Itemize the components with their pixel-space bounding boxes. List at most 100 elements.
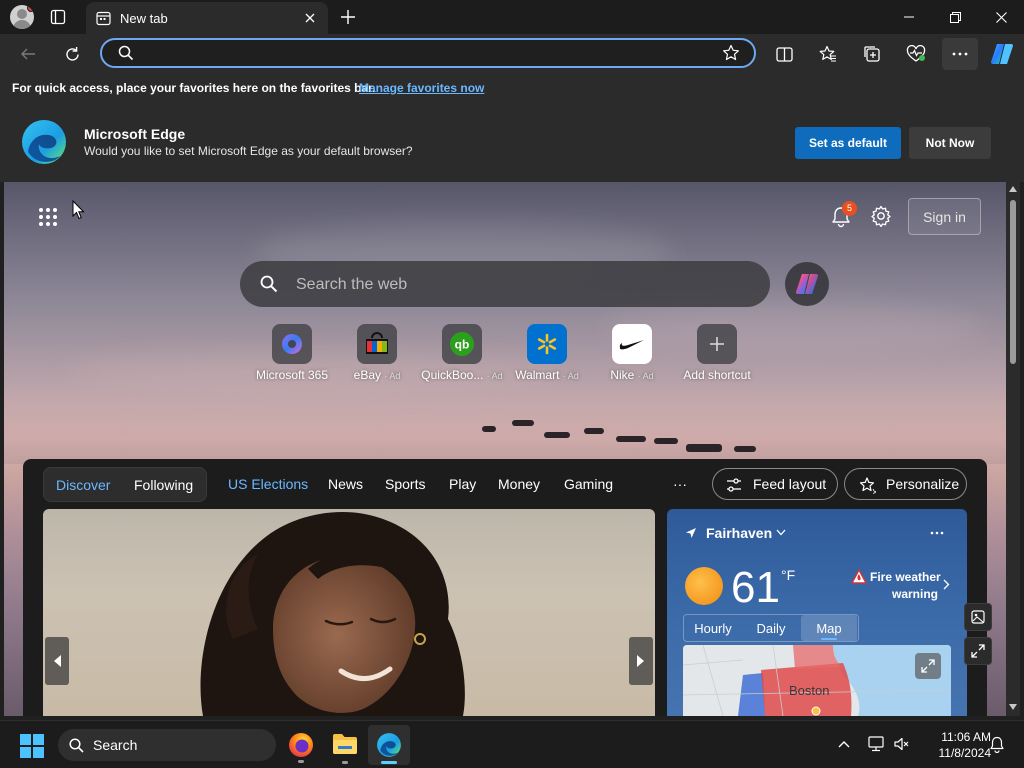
banner-subtitle: Would you like to set Microsoft Edge as … — [84, 144, 413, 158]
weather-tab-hourly[interactable]: Hourly — [685, 615, 741, 641]
set-as-default-button[interactable]: Set as default — [795, 127, 901, 159]
workspaces-icon[interactable] — [50, 9, 66, 25]
tab-new-tab[interactable]: New tab — [86, 2, 328, 34]
tab-discover[interactable]: Discover — [56, 477, 110, 493]
back-button[interactable] — [12, 38, 44, 70]
nike-icon — [612, 324, 652, 364]
hero-story-image[interactable] — [43, 509, 655, 716]
shortcut-ebay[interactable]: eBay · Ad — [332, 324, 422, 386]
volume-muted-icon[interactable] — [893, 736, 909, 752]
microsoft-365-icon — [272, 324, 312, 364]
page-settings-gear-icon[interactable] — [870, 205, 892, 227]
plus-icon — [697, 324, 737, 364]
nav-more-button[interactable]: ··· — [673, 476, 687, 492]
copilot-icon — [796, 274, 818, 294]
temperature-value: 61 — [731, 563, 780, 612]
new-tab-button[interactable] — [340, 9, 356, 25]
weather-tab-daily[interactable]: Daily — [743, 615, 799, 641]
split-screen-icon[interactable] — [768, 38, 800, 70]
quickbooks-icon: qb — [442, 324, 482, 364]
clock-date: 11/8/2024 — [938, 746, 992, 760]
expand-icon — [921, 659, 935, 673]
personalize-button[interactable]: Personalize — [844, 468, 967, 500]
settings-and-more-button[interactable] — [942, 38, 978, 70]
shortcut-label: Microsoft 365 — [255, 368, 329, 382]
scrollbar-thumb[interactable] — [1010, 200, 1016, 364]
shortcut-nike[interactable]: Nike · Ad — [587, 324, 677, 386]
firefox-icon[interactable] — [288, 732, 314, 763]
expand-map-button[interactable] — [915, 653, 941, 679]
fire-weather-alert[interactable]: Fire weather — [870, 570, 941, 584]
edge-taskbar-icon — [376, 732, 402, 758]
feed-toggle: Discover Following — [43, 467, 207, 502]
close-tab-icon[interactable] — [304, 12, 316, 24]
refresh-button[interactable] — [56, 38, 88, 70]
feed-layout-button[interactable]: Feed layout — [712, 468, 838, 500]
collections-icon[interactable] — [856, 38, 888, 70]
copilot-icon[interactable] — [986, 38, 1018, 70]
taskbar-search-box[interactable]: Search — [58, 729, 276, 761]
app-launcher-icon[interactable] — [38, 207, 58, 227]
nav-gaming[interactable]: Gaming — [564, 476, 613, 492]
fire-weather-alert-line2[interactable]: warning — [892, 587, 938, 601]
clock[interactable]: 11:06 AM 11/8/2024 — [915, 729, 992, 761]
restore-button[interactable] — [932, 0, 978, 34]
rock — [584, 428, 604, 434]
weather-map[interactable]: Boston — [683, 645, 951, 716]
sliders-icon — [726, 477, 742, 493]
favorites-icon[interactable] — [812, 38, 844, 70]
add-shortcut-button[interactable]: Add shortcut — [672, 324, 762, 386]
nav-money[interactable]: Money — [498, 476, 540, 492]
shortcut-walmart[interactable]: Walmart · Ad — [502, 324, 592, 386]
file-explorer-icon[interactable] — [332, 733, 358, 764]
image-icon — [971, 610, 985, 624]
fullscreen-toggle-button[interactable] — [964, 637, 992, 665]
nav-news[interactable]: News — [328, 476, 363, 492]
weather-more-icon[interactable] — [930, 531, 944, 535]
vertical-scrollbar[interactable] — [1006, 182, 1020, 716]
carousel-next-button[interactable] — [629, 637, 653, 685]
nav-play[interactable]: Play — [449, 476, 476, 492]
search-input[interactable]: Search the web — [296, 276, 407, 294]
nav-us-elections[interactable]: US Elections — [228, 476, 308, 492]
weather-location[interactable]: Fairhaven — [706, 525, 772, 541]
background-image-info-button[interactable] — [964, 603, 992, 631]
ad-label: · Ad — [486, 371, 503, 381]
web-search-box[interactable]: Search the web — [240, 261, 770, 307]
default-browser-banner: Microsoft Edge Would you like to set Mic… — [0, 102, 1024, 182]
sign-in-button[interactable]: Sign in — [908, 198, 981, 235]
browser-essentials-icon[interactable] — [900, 38, 932, 70]
temperature-unit: °F — [781, 567, 796, 583]
banner-title: Microsoft Edge — [84, 126, 186, 142]
clock-time: 11:06 AM — [941, 730, 991, 744]
copilot-search-button[interactable] — [785, 262, 829, 306]
notification-center-bell-icon[interactable] — [989, 736, 1005, 753]
show-hidden-icons-chevron-icon[interactable] — [838, 740, 850, 748]
sea-horizon — [4, 404, 1006, 464]
shortcut-quickbooks[interactable]: qb QuickBoo... · Ad — [417, 324, 507, 386]
chevron-right-icon[interactable] — [943, 579, 950, 590]
carousel-prev-button[interactable] — [45, 637, 69, 685]
nav-sports[interactable]: Sports — [385, 476, 425, 492]
profile-avatar[interactable] — [10, 5, 34, 29]
ad-label: · Ad — [562, 371, 579, 381]
close-window-button[interactable] — [978, 0, 1024, 34]
favorites-bar-hint: For quick access, place your favorites h… — [12, 81, 376, 95]
shortcut-microsoft-365[interactable]: Microsoft 365 — [247, 324, 337, 386]
scroll-up-arrow-icon[interactable] — [1009, 186, 1017, 192]
minimize-button[interactable] — [886, 0, 932, 34]
news-feed: Discover Following US Elections News Spo… — [23, 459, 987, 716]
scroll-down-arrow-icon[interactable] — [1009, 704, 1017, 710]
not-now-button[interactable]: Not Now — [909, 127, 991, 159]
weather-card[interactable]: Fairhaven 61 °F Fire weather warning Hou… — [667, 509, 967, 716]
favorite-star-icon[interactable] — [722, 44, 740, 62]
tab-following[interactable]: Following — [134, 477, 193, 493]
notifications-bell-icon[interactable]: 5 — [830, 201, 857, 228]
edge-taskbar-button[interactable] — [368, 725, 410, 765]
chevron-down-icon[interactable] — [776, 529, 786, 536]
windows-start-icon[interactable] — [20, 734, 44, 758]
location-arrow-icon — [685, 527, 697, 539]
address-bar[interactable] — [100, 38, 756, 68]
network-icon[interactable] — [868, 736, 886, 752]
manage-favorites-link[interactable]: Manage favorites now — [359, 81, 484, 95]
